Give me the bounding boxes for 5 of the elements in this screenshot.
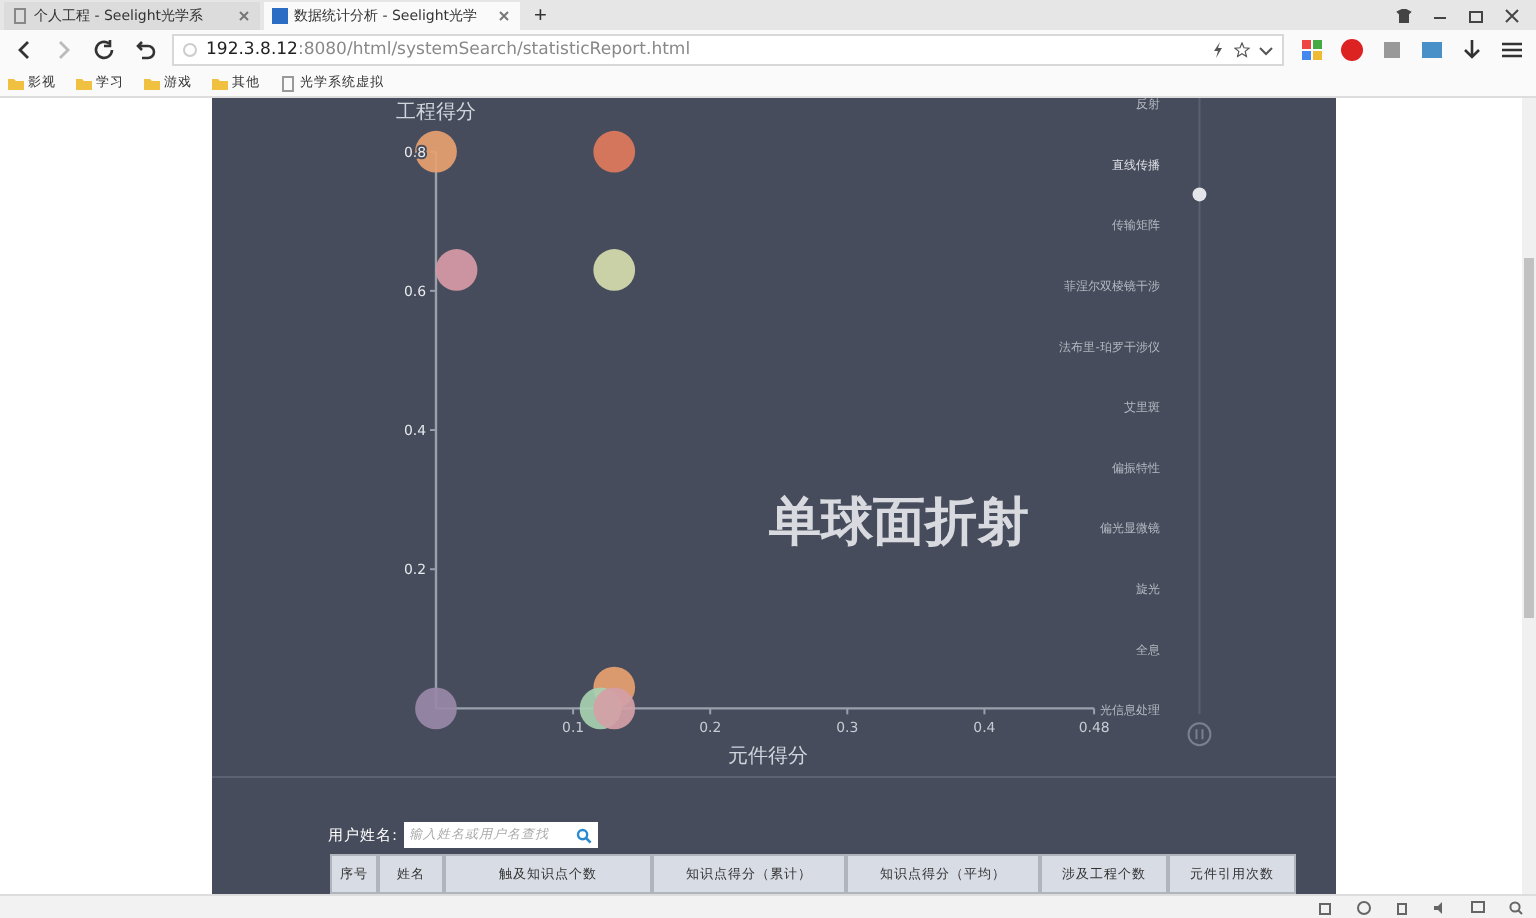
axis-title: 工程得分	[396, 101, 476, 124]
axis-title: 元件得分	[728, 746, 809, 769]
new-tab-button[interactable]: +	[524, 3, 557, 27]
chart-title: 单球面折射	[769, 493, 1030, 554]
address-bar[interactable]: 192.3.8.12:8080/html/systemSearch/statisticReport.html	[172, 34, 1284, 66]
